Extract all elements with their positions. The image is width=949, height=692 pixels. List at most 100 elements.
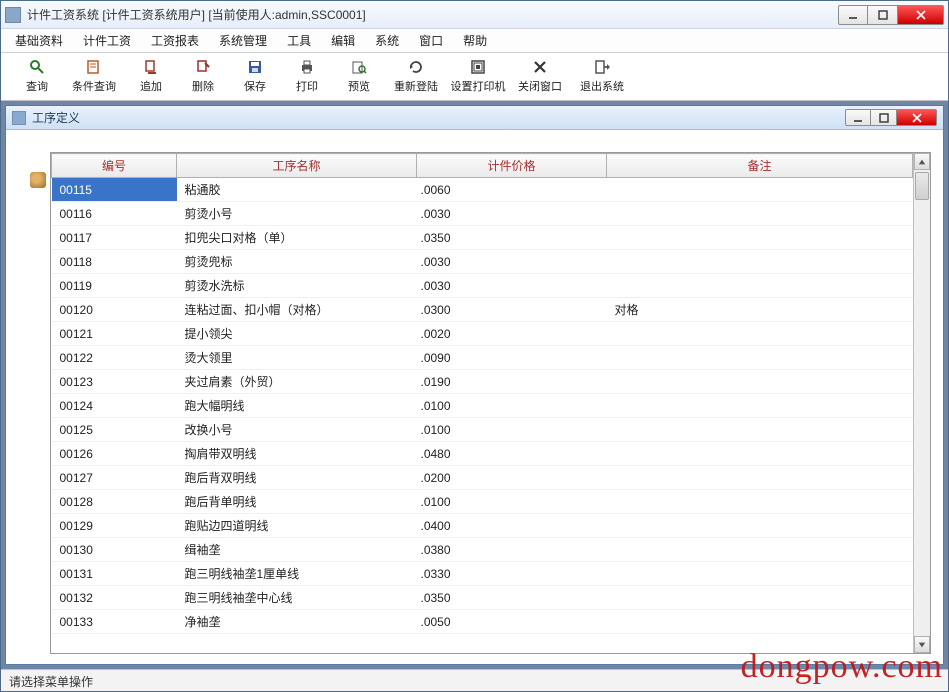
table-row[interactable]: 00133净袖垄.0050 <box>52 610 913 634</box>
cell-price: .0350 <box>417 226 607 250</box>
column-header-3[interactable]: 备注 <box>607 154 913 178</box>
cell-name: 跑大幅明线 <box>177 394 417 418</box>
tool-print[interactable]: 打印 <box>281 55 333 99</box>
cell-price: .0030 <box>417 250 607 274</box>
table-row[interactable]: 00125改换小号.0100 <box>52 418 913 442</box>
data-grid[interactable]: 编号工序名称计件价格备注 00115粘通胶.006000116剪烫小号.0030… <box>51 153 913 653</box>
tool-printer-settings[interactable]: 设置打印机 <box>447 55 509 99</box>
table-row[interactable]: 00126掏肩带双明线.0480 <box>52 442 913 466</box>
menu-item-1[interactable]: 计件工资 <box>73 28 141 53</box>
cell-code: 00120 <box>52 298 177 322</box>
table-row[interactable]: 00116剪烫小号.0030 <box>52 202 913 226</box>
scroll-track[interactable] <box>914 170 930 636</box>
cell-code: 00127 <box>52 466 177 490</box>
tool-relogin[interactable]: 重新登陆 <box>385 55 447 99</box>
cell-price: .0030 <box>417 202 607 226</box>
menu-item-8[interactable]: 帮助 <box>453 28 497 53</box>
cell-price: .0200 <box>417 466 607 490</box>
menu-item-2[interactable]: 工资报表 <box>141 28 209 53</box>
cell-name: 烫大领里 <box>177 346 417 370</box>
tool-filter[interactable]: 条件查询 <box>63 55 125 99</box>
column-header-1[interactable]: 工序名称 <box>177 154 417 178</box>
tool-close-window[interactable]: 关闭窗口 <box>509 55 571 99</box>
table-row[interactable]: 00130缉袖垄.0380 <box>52 538 913 562</box>
menu-bar: 基础资料计件工资工资报表系统管理工具编辑系统窗口帮助 <box>1 29 948 53</box>
cell-note <box>607 346 913 370</box>
table-row[interactable]: 00132跑三明线袖垄中心线.0350 <box>52 586 913 610</box>
cell-name: 扣兜尖口对格（单） <box>177 226 417 250</box>
close-button[interactable] <box>898 5 944 25</box>
cell-note <box>607 586 913 610</box>
tool-save[interactable]: 保存 <box>229 55 281 99</box>
menu-item-0[interactable]: 基础资料 <box>5 28 73 53</box>
child-title-bar: 工序定义 <box>6 106 943 130</box>
tool-append[interactable]: 追加 <box>125 55 177 99</box>
cell-note <box>607 514 913 538</box>
cell-price: .0060 <box>417 178 607 202</box>
cell-note <box>607 322 913 346</box>
tool-delete[interactable]: 删除 <box>177 55 229 99</box>
cell-name: 跑后背单明线 <box>177 490 417 514</box>
vertical-scrollbar[interactable] <box>913 153 930 653</box>
mdi-client: 工序定义 编号工序名称计件价格备注 00115粘通胶.006 <box>1 101 948 669</box>
exit-icon <box>594 59 610 75</box>
minimize-button[interactable] <box>838 5 868 25</box>
tool-label: 退出系统 <box>580 78 624 94</box>
cell-name: 剪烫水洗标 <box>177 274 417 298</box>
preview-icon <box>351 59 367 75</box>
menu-item-5[interactable]: 编辑 <box>321 28 365 53</box>
table-row[interactable]: 00124跑大幅明线.0100 <box>52 394 913 418</box>
table-row[interactable]: 00128跑后背单明线.0100 <box>52 490 913 514</box>
cell-note <box>607 178 913 202</box>
search-icon <box>29 59 45 75</box>
tool-preview[interactable]: 预览 <box>333 55 385 99</box>
table-row[interactable]: 00121提小领尖.0020 <box>52 322 913 346</box>
cell-code: 00116 <box>52 202 177 226</box>
cell-name: 跑贴边四道明线 <box>177 514 417 538</box>
column-header-2[interactable]: 计件价格 <box>417 154 607 178</box>
cell-price: .0300 <box>417 298 607 322</box>
cell-note <box>607 538 913 562</box>
child-close-button[interactable] <box>897 109 937 126</box>
status-bar: 请选择菜单操作 <box>1 669 948 691</box>
menu-item-7[interactable]: 窗口 <box>409 28 453 53</box>
title-bar: 计件工资系统 [计件工资系统用户] [当前使用人:admin,SSC0001] <box>1 1 948 29</box>
child-maximize-button[interactable] <box>871 109 897 126</box>
tool-label: 关闭窗口 <box>518 78 562 94</box>
table-row[interactable]: 00127跑后背双明线.0200 <box>52 466 913 490</box>
table-row[interactable]: 00123夹过肩素（外贸）.0190 <box>52 370 913 394</box>
cell-code: 00131 <box>52 562 177 586</box>
cell-code: 00133 <box>52 610 177 634</box>
cell-note <box>607 490 913 514</box>
table-row[interactable]: 00129跑贴边四道明线.0400 <box>52 514 913 538</box>
cell-note <box>607 202 913 226</box>
table-row[interactable]: 00119剪烫水洗标.0030 <box>52 274 913 298</box>
table-row[interactable]: 00122烫大领里.0090 <box>52 346 913 370</box>
cell-code: 00121 <box>52 322 177 346</box>
tool-exit[interactable]: 退出系统 <box>571 55 633 99</box>
scroll-down-button[interactable] <box>914 636 930 653</box>
child-minimize-button[interactable] <box>845 109 871 126</box>
table-row[interactable]: 00115粘通胶.0060 <box>52 178 913 202</box>
table-row[interactable]: 00117扣兜尖口对格（单）.0350 <box>52 226 913 250</box>
column-header-0[interactable]: 编号 <box>52 154 177 178</box>
child-body: 编号工序名称计件价格备注 00115粘通胶.006000116剪烫小号.0030… <box>6 130 943 664</box>
menu-item-3[interactable]: 系统管理 <box>209 28 277 53</box>
scroll-thumb[interactable] <box>915 172 929 200</box>
menu-item-6[interactable]: 系统 <box>365 28 409 53</box>
table-row[interactable]: 00120连粘过面、扣小帽（对格）.0300对格 <box>52 298 913 322</box>
child-window-controls <box>845 109 937 126</box>
print-icon <box>299 59 315 75</box>
scroll-up-button[interactable] <box>914 153 930 170</box>
close-window-icon <box>532 59 548 75</box>
cell-code: 00122 <box>52 346 177 370</box>
cell-code: 00117 <box>52 226 177 250</box>
table-row[interactable]: 00118剪烫兜标.0030 <box>52 250 913 274</box>
table-row[interactable]: 00131跑三明线袖垄1厘单线.0330 <box>52 562 913 586</box>
tool-search[interactable]: 查询 <box>11 55 63 99</box>
app-icon <box>5 7 21 23</box>
menu-item-4[interactable]: 工具 <box>277 28 321 53</box>
cell-note <box>607 370 913 394</box>
maximize-button[interactable] <box>868 5 898 25</box>
window-controls <box>838 5 944 25</box>
